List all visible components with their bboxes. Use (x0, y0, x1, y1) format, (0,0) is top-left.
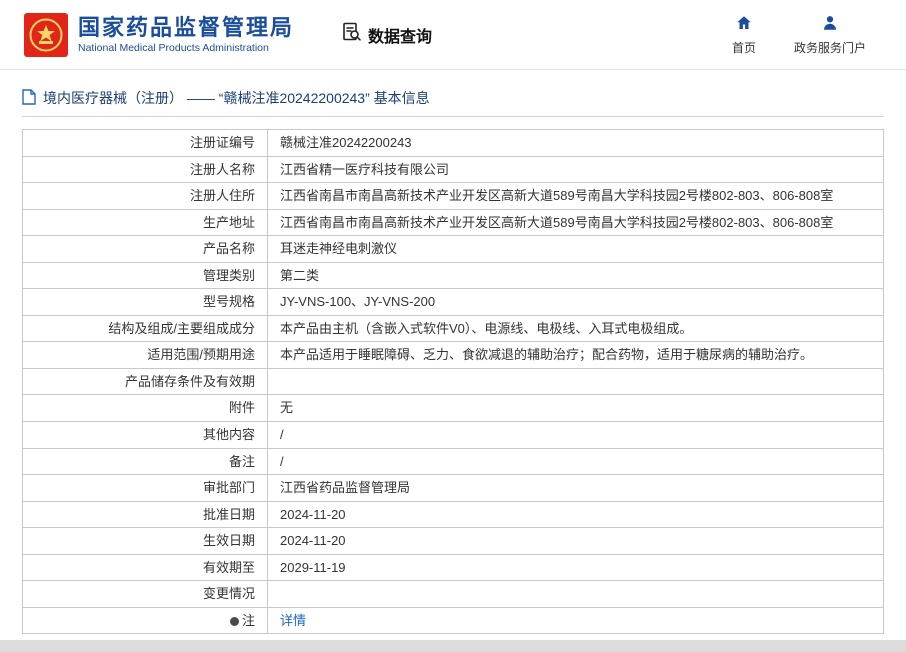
table-row: 产品储存条件及有效期 (22, 367, 884, 396)
main-content: 境内医疗器械（注册） —— “赣械注准20242200243” 基本信息 注册证… (0, 70, 906, 640)
home-icon (735, 14, 753, 35)
data-query-icon (342, 22, 362, 47)
table-row: 变更情况 (22, 580, 884, 608)
row-value: / (267, 421, 884, 449)
row-value: JY-VNS-100、JY-VNS-200 (267, 288, 884, 316)
row-label: 注 (22, 606, 268, 635)
row-value: 本产品适用于睡眠障碍、乏力、食欲减退的辅助治疗；配合药物，适用于糖尿病的辅助治疗… (267, 341, 884, 369)
table-row: 附件无 (22, 394, 884, 423)
row-value: 第二类 (267, 261, 884, 290)
row-label: 注册证编号 (22, 129, 268, 157)
site-header: 国家药品监督管理局 National Medical Products Admi… (0, 0, 906, 70)
table-row: 管理类别 第二类 (22, 261, 884, 290)
table-row: 注册人住所 江西省南昌市南昌高新技术产业开发区高新大道589号南昌大学科技园2号楼… (22, 182, 884, 210)
table-row: 型号规格 JY-VNS-100、JY-VNS-200 (22, 288, 884, 316)
row-value (267, 580, 884, 608)
table-row: 适用范围/预期用途 本产品适用于睡眠障碍、乏力、食欲减退的辅助治疗；配合药物，适用… (22, 341, 884, 369)
nav-home-label: 首页 (731, 40, 756, 55)
note-label: 注 (241, 612, 255, 628)
table-row: 生效日期 2024-11-20 (22, 527, 884, 555)
row-label: 生效日期 (22, 527, 268, 555)
data-query-label: 数据查询 (368, 28, 433, 46)
row-label: 生产地址 (22, 208, 268, 237)
nav-home[interactable]: 首页 (732, 14, 756, 56)
table-row: 备注 / (22, 447, 884, 476)
nav-portal[interactable]: 政务服务门户 (794, 14, 866, 56)
row-value: 本产品由主机（含嵌入式软件V0）、电源线、电极线、入耳式电极组成。 (267, 314, 884, 343)
table-row: 产品名称 耳迷走神经电刺激仪 (22, 235, 884, 263)
row-label: 产品储存条件及有效期 (22, 367, 268, 396)
row-value: 江西省南昌市南昌高新技术产业开发区高新大道589号南昌大学科技园2号楼802-8… (267, 182, 884, 210)
row-label: 注册人名称 (22, 155, 268, 184)
row-label: 变更情况 (22, 580, 268, 608)
row-label: 管理类别 (22, 261, 268, 290)
table-row: 其他内容 / (22, 421, 884, 449)
row-value (267, 367, 884, 396)
table-row: 注册证编号 赣械注准20242200243 (22, 129, 884, 157)
page-title: 境内医疗器械（注册） —— “赣械注准20242200243” 基本信息 (43, 90, 430, 106)
user-icon (821, 14, 839, 35)
registration-info-table: 注册证编号 赣械注准20242200243 注册人名称 江西省精一医疗科技有限公司 … (22, 129, 884, 635)
site-title: 国家药品监督管理局 (78, 14, 295, 40)
site-subtitle: National Medical Products Administration (78, 42, 269, 55)
row-value: 江西省南昌市南昌高新技术产业开发区高新大道589号南昌大学科技园2号楼802-8… (267, 208, 884, 237)
header-nav: 首页 政务服务门户 (732, 14, 866, 56)
table-row-note: 注 详情 (22, 606, 884, 635)
table-row: 有效期至 2029-11-19 (22, 553, 884, 582)
nmpa-logo-icon (24, 12, 68, 57)
document-icon (22, 88, 36, 108)
row-value: / (267, 447, 884, 476)
breadcrumb: 境内医疗器械（注册） —— “赣械注准20242200243” 基本信息 (22, 88, 884, 117)
row-value: 江西省药品监督管理局 (267, 474, 884, 502)
row-label: 其他内容 (22, 421, 268, 449)
table-row: 审批部门 江西省药品监督管理局 (22, 474, 884, 502)
table-row: 批准日期 2024-11-20 (22, 500, 884, 529)
row-value: 2024-11-20 (267, 527, 884, 555)
nav-portal-label: 政务服务门户 (793, 40, 866, 55)
row-label: 型号规格 (22, 288, 268, 316)
row-label: 有效期至 (22, 553, 268, 582)
row-value: 赣械注准20242200243 (267, 129, 884, 157)
data-query-button[interactable]: 数据查询 (342, 22, 432, 47)
row-label: 适用范围/预期用途 (22, 341, 268, 369)
row-label: 结构及组成/主要组成成分 (22, 314, 268, 343)
row-value: 详情 (267, 606, 884, 635)
brand-text: 国家药品监督管理局 National Medical Products Admi… (78, 15, 294, 54)
brand: 国家药品监督管理局 National Medical Products Admi… (24, 12, 294, 57)
row-value: 耳迷走神经电刺激仪 (267, 235, 884, 263)
table-row: 生产地址 江西省南昌市南昌高新技术产业开发区高新大道589号南昌大学科技园2号楼8… (22, 208, 884, 237)
detail-link[interactable]: 详情 (280, 613, 306, 628)
row-label: 备注 (22, 447, 268, 476)
row-label: 批准日期 (22, 500, 268, 529)
table-row: 结构及组成/主要组成成分 本产品由主机（含嵌入式软件V0）、电源线、电极线、入耳式… (22, 314, 884, 343)
footer-strip (0, 640, 906, 652)
row-label: 产品名称 (22, 235, 268, 263)
table-row: 注册人名称 江西省精一医疗科技有限公司 (22, 155, 884, 184)
row-value: 江西省精一医疗科技有限公司 (267, 155, 884, 184)
row-value: 2024-11-20 (267, 500, 884, 529)
row-label: 附件 (22, 394, 268, 423)
row-value: 无 (267, 394, 884, 423)
row-label: 注册人住所 (22, 182, 268, 210)
note-icon (229, 616, 239, 626)
row-label: 审批部门 (22, 474, 268, 502)
row-value: 2029-11-19 (267, 553, 884, 582)
